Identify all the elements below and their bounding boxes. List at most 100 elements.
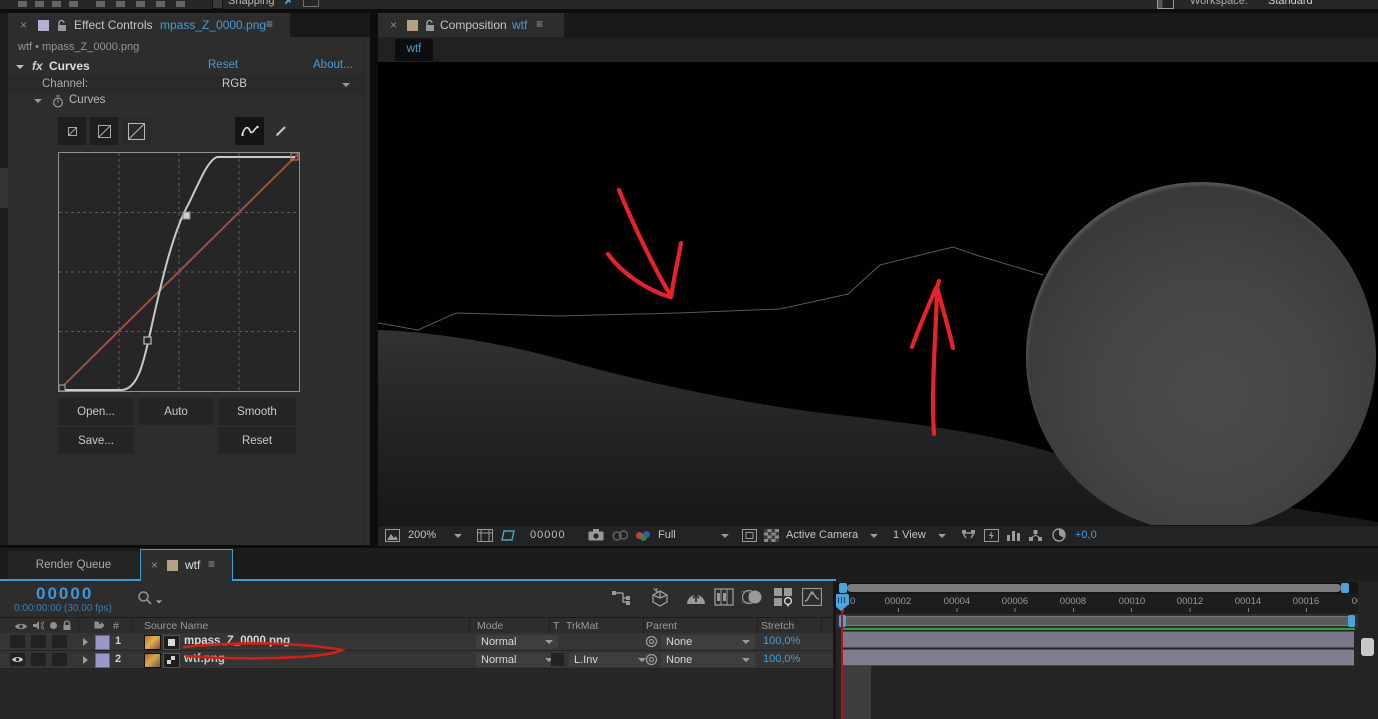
viewer-tab-wtf[interactable]: wtf (395, 39, 433, 61)
parent-column-header[interactable]: Parent (646, 621, 677, 632)
exposure-offset-value[interactable]: +0,0 (1075, 530, 1097, 541)
current-frame-field[interactable]: 00000 (36, 585, 93, 602)
timeline-h-scrollbar[interactable] (836, 582, 1358, 594)
layer-1-duration-bar[interactable] (843, 631, 1354, 648)
search-icon[interactable] (137, 590, 153, 606)
motion-blur-icon[interactable] (741, 588, 763, 606)
graph-editor-icon[interactable] (802, 588, 822, 606)
expand-layer-icon[interactable] (83, 656, 88, 664)
channel-dropdown[interactable]: RGB (204, 77, 354, 92)
search-options-caret-icon[interactable] (155, 600, 163, 604)
effect-controls-tab[interactable]: × Effect Controls mpass_Z_0000.png ≡ (8, 13, 290, 37)
layer-name[interactable]: wtf.png (184, 653, 225, 666)
solo-toggle[interactable] (31, 635, 46, 648)
panel-menu-icon[interactable]: ≡ (266, 18, 273, 30)
effect-about-link[interactable]: About... (313, 59, 353, 72)
expand-layer-icon[interactable] (83, 638, 88, 646)
show-channel-rgb-icon[interactable] (636, 531, 650, 541)
curves-open-button[interactable]: Open... (58, 398, 134, 425)
layer-row-1[interactable]: 1 mpass_Z_0000.png Normal None 100,0% (0, 633, 833, 651)
panel-menu-icon[interactable]: ≡ (536, 18, 543, 30)
mini-flowchart-icon[interactable] (612, 589, 632, 607)
scrollbar-handle-right[interactable] (1341, 583, 1349, 593)
resolution-value[interactable]: Full (658, 530, 676, 541)
workspace-icon[interactable] (1157, 0, 1174, 9)
roi-button-icon[interactable] (742, 529, 757, 542)
video-toggle[interactable] (10, 635, 25, 648)
trkmat-dropdown[interactable]: L.Inv (569, 652, 651, 667)
shy-layers-icon[interactable] (686, 590, 706, 606)
fast-previews-icon[interactable] (1052, 528, 1066, 542)
snapping-close-icon[interactable]: ✗ (284, 0, 293, 7)
collapsed-panel-nub[interactable] (0, 168, 8, 208)
pencil-tool-button[interactable] (266, 117, 295, 145)
work-area-bar[interactable] (843, 616, 1353, 626)
zoom-caret-icon[interactable] (454, 534, 462, 538)
curves-smooth-button[interactable]: Smooth (218, 398, 296, 425)
share-view-icon[interactable] (961, 529, 976, 542)
comp-timecode-value[interactable]: 00000 (530, 530, 566, 541)
curves-auto-button[interactable]: Auto (138, 398, 214, 425)
t-column-header[interactable]: T (553, 621, 559, 632)
transparency-grid-icon[interactable] (764, 529, 779, 542)
timeline-tab-wtf[interactable]: × wtf ≡ (140, 549, 233, 581)
lock-toggle[interactable] (52, 653, 67, 666)
camera-caret-icon[interactable] (870, 534, 878, 538)
zoom-level-value[interactable]: 200% (408, 530, 436, 541)
stretch-column-header[interactable]: Stretch (761, 621, 794, 632)
solo-toggle[interactable] (31, 653, 46, 666)
tab-close-icon[interactable]: × (151, 559, 158, 571)
curve-tool-button[interactable] (235, 117, 264, 145)
grid-guides-icon[interactable] (477, 529, 493, 542)
composition-tab[interactable]: × Composition wtf ≡ (378, 13, 564, 37)
parent-dropdown[interactable]: None (661, 652, 755, 667)
resolution-caret-icon[interactable] (721, 534, 729, 538)
source-name-column-header[interactable]: Source Name (144, 621, 208, 632)
tab-menu-icon[interactable]: ≡ (208, 558, 215, 570)
exposure-icon[interactable] (984, 529, 999, 542)
effect-expand-caret-icon[interactable] (16, 65, 24, 69)
show-snapshot-icon[interactable] (612, 530, 628, 541)
pixel-aspect-icon[interactable] (1028, 529, 1043, 542)
v-scrollbar-thumb[interactable] (1361, 638, 1374, 656)
time-ruler[interactable]: 0 00002 00004 00006 00008 00010 00012 00… (836, 594, 1358, 614)
effect-reset-link[interactable]: Reset (208, 59, 238, 72)
group-name[interactable]: Curves (69, 94, 105, 107)
work-area-track[interactable] (836, 614, 1358, 628)
unlock-icon[interactable] (56, 19, 67, 32)
render-queue-tab[interactable]: Render Queue (8, 551, 139, 581)
layer-label-color[interactable] (95, 653, 110, 668)
hash-column-header[interactable]: # (113, 621, 119, 632)
layer-2-duration-bar[interactable] (843, 649, 1354, 666)
snapping-brackets-icon[interactable] (303, 0, 319, 7)
pickwhip-icon[interactable] (645, 653, 658, 666)
search-input[interactable] (165, 587, 605, 609)
timeline-v-scrollbar[interactable] (1358, 581, 1378, 719)
snapping-checkbox[interactable] (212, 0, 223, 9)
composition-viewer[interactable] (378, 62, 1378, 525)
mode-column-header[interactable]: Mode (477, 621, 503, 632)
panel-close-icon[interactable]: × (390, 19, 397, 31)
workspace-value[interactable]: Standard (1268, 0, 1313, 7)
unlock-icon[interactable] (424, 19, 435, 32)
brainstorm-icon[interactable] (773, 587, 793, 607)
video-toggle[interactable] (10, 653, 25, 666)
always-preview-icon[interactable] (385, 529, 400, 542)
curves-save-button[interactable]: Save... (58, 427, 134, 454)
view-layout-caret-icon[interactable] (938, 534, 946, 538)
pickwhip-icon[interactable] (645, 635, 658, 648)
lock-toggle[interactable] (52, 635, 67, 648)
exposure-reset-icon[interactable] (1006, 529, 1021, 542)
frame-blending-icon[interactable] (714, 588, 734, 606)
toolbar-icons-fragment[interactable] (96, 1, 188, 7)
parent-dropdown[interactable]: None (661, 634, 755, 649)
work-area-end-handle[interactable] (1348, 615, 1355, 627)
blend-mode-dropdown[interactable]: Normal (476, 634, 558, 649)
trkmat-column-header[interactable]: TrkMat (566, 621, 598, 632)
camera-view-value[interactable]: Active Camera (786, 530, 858, 541)
layer-label-color[interactable] (95, 635, 110, 650)
group-expand-caret-icon[interactable] (34, 99, 42, 103)
scrollbar-thumb[interactable] (847, 584, 1341, 592)
layer-name[interactable]: mpass_Z_0000.png (184, 635, 290, 648)
graph-size-large-button[interactable] (122, 117, 150, 145)
